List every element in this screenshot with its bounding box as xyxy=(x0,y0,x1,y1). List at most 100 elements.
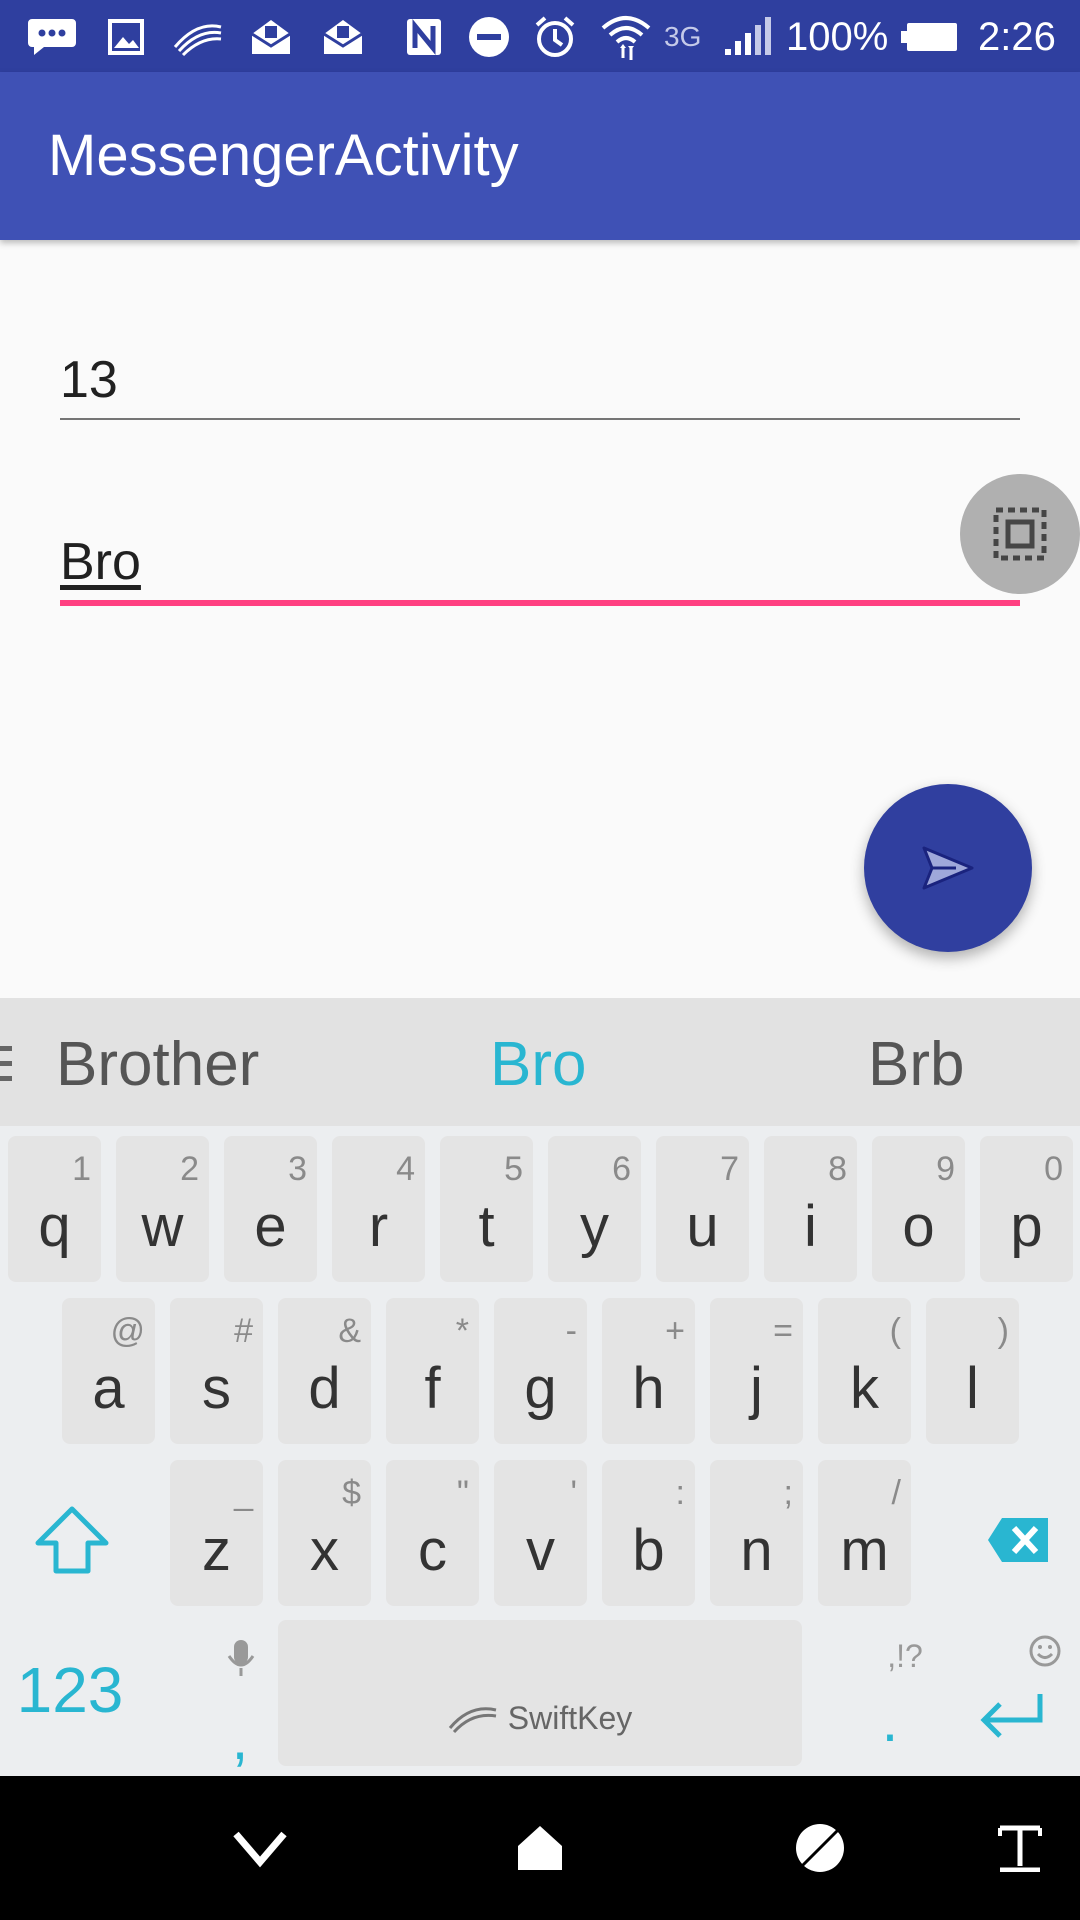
key-label: f xyxy=(424,1356,441,1421)
key-hint: 6 xyxy=(612,1150,631,1188)
send-icon xyxy=(922,846,974,890)
more-icon xyxy=(24,12,80,62)
status-time: 2:26 xyxy=(978,15,1056,59)
key-label: k xyxy=(850,1356,879,1421)
key-hint: 8 xyxy=(828,1150,847,1188)
key-e[interactable]: 3e xyxy=(224,1136,317,1282)
key-hint: 0 xyxy=(1044,1150,1063,1188)
key-label: v xyxy=(526,1518,555,1583)
backspace-key[interactable] xyxy=(974,1500,1064,1580)
suggestion-menu-icon[interactable] xyxy=(0,1044,14,1084)
message-field[interactable]: Bro xyxy=(60,520,1020,610)
key-y[interactable]: 6y xyxy=(548,1136,641,1282)
enter-key[interactable] xyxy=(968,1630,1068,1760)
key-w[interactable]: 2w xyxy=(116,1136,209,1282)
signal-icon xyxy=(722,12,774,62)
key-k[interactable]: (k xyxy=(818,1298,911,1444)
key-label: d xyxy=(308,1356,341,1421)
key-f[interactable]: * f xyxy=(386,1298,479,1444)
key-n[interactable]: ; n xyxy=(710,1460,803,1606)
suggestion-left[interactable]: Brother xyxy=(56,998,259,1126)
microphone-icon xyxy=(227,1640,255,1676)
key-label: a xyxy=(92,1356,125,1421)
alarm-icon xyxy=(530,12,580,62)
key-hint: # xyxy=(234,1312,253,1350)
key-hint: : xyxy=(675,1474,685,1512)
suggestion-center[interactable]: Bro xyxy=(490,998,586,1126)
key-label: t xyxy=(478,1194,495,1259)
keyboard-toggle-button[interactable] xyxy=(970,1798,1070,1898)
key-label: z xyxy=(202,1518,231,1583)
key-hint: 5 xyxy=(504,1150,523,1188)
key-label: e xyxy=(254,1194,287,1259)
key-hint: ( xyxy=(889,1312,901,1350)
back-icon xyxy=(233,1831,287,1868)
suggestion-right[interactable]: Brb xyxy=(868,998,964,1126)
key-z[interactable]: _ z xyxy=(170,1460,263,1606)
numbers-key[interactable]: 123 xyxy=(10,1640,130,1740)
key-label: p xyxy=(1010,1194,1043,1259)
key-label: g xyxy=(524,1356,557,1421)
comma-label: , xyxy=(231,1705,249,1772)
space-label: SwiftKey xyxy=(507,1700,633,1736)
key-label: s xyxy=(202,1356,231,1421)
screen: 3G 100% 2:26 MessengerActivity 13 Bro Br… xyxy=(0,0,1080,1920)
key-q[interactable]: 1q xyxy=(8,1136,101,1282)
key-l[interactable]: ) l xyxy=(926,1298,1019,1444)
key-hint: 7 xyxy=(720,1150,739,1188)
key-label: q xyxy=(38,1194,71,1259)
key-d[interactable]: & d xyxy=(278,1298,371,1444)
recents-button[interactable] xyxy=(770,1798,870,1898)
key-p[interactable]: 0p xyxy=(980,1136,1073,1282)
key-g[interactable]: -g xyxy=(494,1298,587,1444)
key-hint: 4 xyxy=(396,1150,415,1188)
wifi-icon xyxy=(598,12,654,62)
key-c[interactable]: " c xyxy=(386,1460,479,1606)
key-b[interactable]: :b xyxy=(602,1460,695,1606)
key-label: m xyxy=(840,1518,889,1583)
status-bar: 3G 100% 2:26 xyxy=(0,0,1080,72)
comma-key[interactable]: , xyxy=(190,1626,290,1772)
key-hint: _ xyxy=(234,1474,253,1512)
period-key[interactable]: ,!? . xyxy=(850,1626,960,1766)
key-v[interactable]: ' v xyxy=(494,1460,587,1606)
key-x[interactable]: $ x xyxy=(278,1460,371,1606)
key-t[interactable]: 5t xyxy=(440,1136,533,1282)
back-button[interactable] xyxy=(210,1798,310,1898)
space-key[interactable]: SwiftKey xyxy=(278,1620,802,1766)
key-hint: 1 xyxy=(72,1150,91,1188)
key-u[interactable]: 7u xyxy=(656,1136,749,1282)
key-label: c xyxy=(418,1518,447,1583)
key-hint: / xyxy=(891,1474,901,1512)
screenshot-button[interactable] xyxy=(960,474,1080,594)
key-i[interactable]: 8i xyxy=(764,1136,857,1282)
key-hint: + xyxy=(665,1312,685,1350)
key-hint: 2 xyxy=(180,1150,199,1188)
key-s[interactable]: # s xyxy=(170,1298,263,1444)
key-m[interactable]: / m xyxy=(818,1460,911,1606)
key-label: b xyxy=(632,1518,665,1583)
key-label: u xyxy=(686,1194,719,1259)
key-label: i xyxy=(804,1194,817,1259)
key-j[interactable]: = j xyxy=(710,1298,803,1444)
shift-icon xyxy=(35,1506,109,1574)
navigation-bar xyxy=(0,1776,1080,1920)
period-label: . xyxy=(881,1687,899,1754)
key-hint: 9 xyxy=(936,1150,955,1188)
send-button[interactable] xyxy=(864,784,1032,952)
key-label: y xyxy=(580,1194,609,1259)
home-button[interactable] xyxy=(490,1798,590,1898)
number-field[interactable]: 13 xyxy=(60,340,1020,420)
email-icon xyxy=(318,12,368,62)
page-title: MessengerActivity xyxy=(48,123,519,188)
key-a[interactable]: @ a xyxy=(62,1298,155,1444)
key-hint: & xyxy=(338,1312,361,1350)
message-field-underline xyxy=(60,600,1020,606)
key-hint: * xyxy=(455,1312,469,1350)
key-o[interactable]: 9o xyxy=(872,1136,965,1282)
shift-key[interactable] xyxy=(22,1490,122,1590)
key-h[interactable]: + h xyxy=(602,1298,695,1444)
key-r[interactable]: 4r xyxy=(332,1136,425,1282)
recents-icon xyxy=(796,1824,844,1872)
key-hint: - xyxy=(565,1312,577,1350)
